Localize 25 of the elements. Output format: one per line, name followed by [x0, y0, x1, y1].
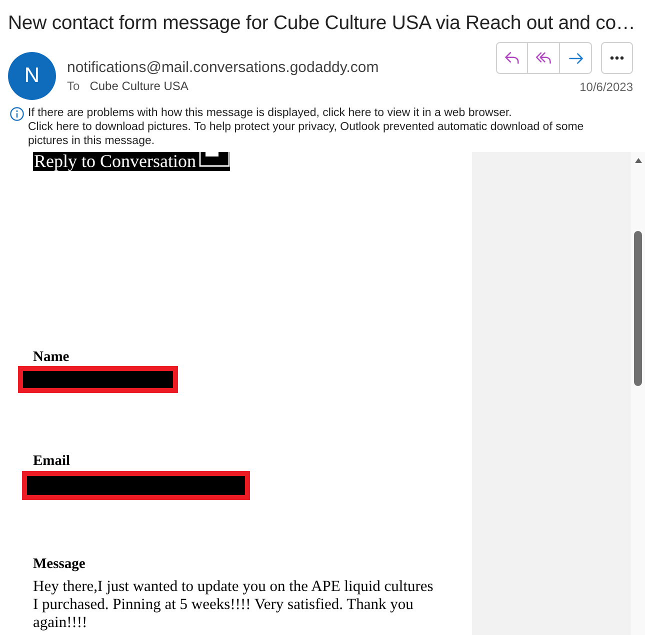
field-label: Message	[33, 556, 86, 573]
reply-all-icon	[536, 52, 551, 64]
message-date: 10/6/2023	[580, 80, 633, 94]
download-pictures-link[interactable]: Click here to download pictures. To help protect your privacy, Outlook prevented automatic download of some pictures in this message.	[28, 120, 616, 148]
field-label: Name	[33, 349, 70, 366]
reply-button[interactable]	[496, 42, 528, 74]
forward-button[interactable]	[560, 42, 592, 74]
forward-icon	[568, 52, 582, 64]
sender-avatar: N	[8, 52, 56, 100]
recipient-name[interactable]: Cube Culture USA	[90, 79, 188, 93]
view-in-browser-link[interactable]: If there are problems with how this message is displayed, click here to view it in a web browser.	[28, 106, 512, 120]
info-icon	[10, 107, 24, 121]
to-label: To	[67, 79, 80, 93]
message-text: Hey there,I just wanted to update you on the APE liquid cultures I purchased. Pinning at 5 weeks!!!! Very satisfied. Thank you again!!!!	[33, 578, 434, 632]
broken-image-icon	[198, 152, 230, 167]
sender-address[interactable]: notifications@mail.conversations.godaddy.com	[67, 59, 379, 77]
reply-to-conversation-link[interactable]: Reply to Conversation	[33, 152, 230, 171]
message-subject: New contact form message for Cube Culture USA via Reach out and co…	[8, 11, 636, 36]
field-label: Email	[33, 453, 70, 470]
more-button[interactable]	[601, 42, 633, 74]
reply-all-button[interactable]	[528, 42, 560, 74]
reply-icon	[505, 52, 519, 64]
scroll-up-arrow-icon[interactable]	[634, 158, 642, 163]
scrollbar-thumb[interactable]	[634, 231, 642, 386]
ellipsis-icon	[610, 56, 624, 60]
